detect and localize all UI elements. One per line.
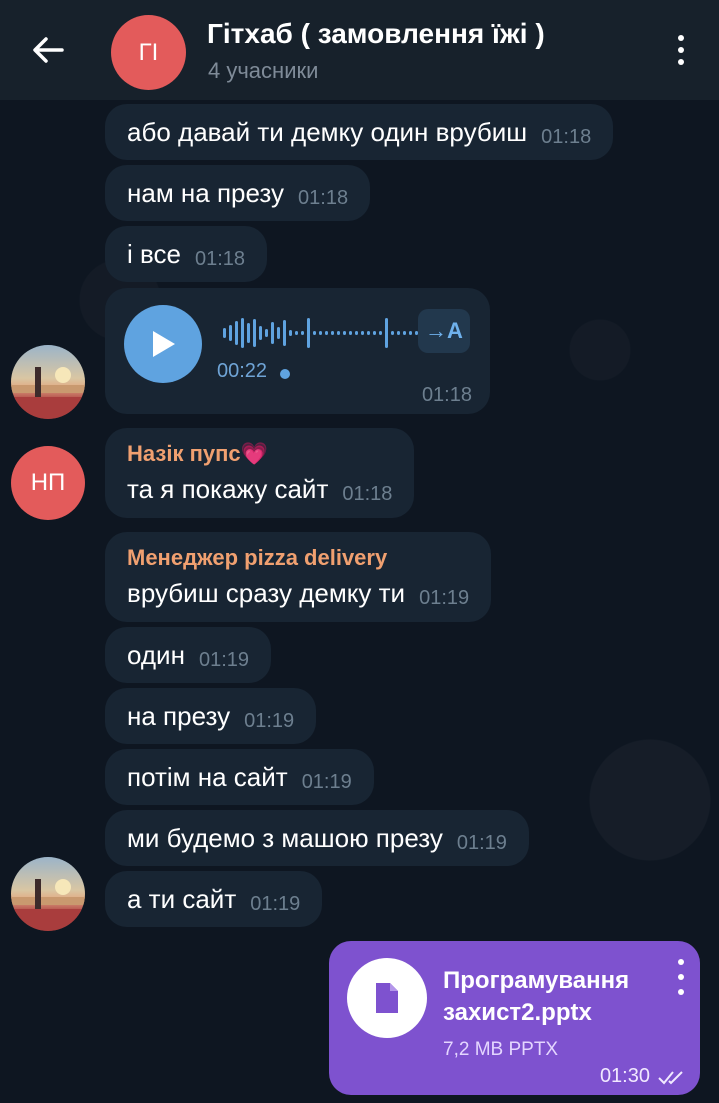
chat-header: ГІ Гітхаб ( замовлення їжі ) 4 учасники	[0, 0, 719, 100]
back-arrow-icon	[33, 37, 64, 63]
double-check-icon	[658, 1070, 683, 1084]
message-time: 01:18	[298, 186, 349, 209]
document-icon	[376, 983, 398, 1013]
message-bubble[interactable]: потім на сайт 01:19	[105, 749, 374, 805]
message-bubble[interactable]: і все 01:18	[105, 226, 268, 282]
message-time: 01:18	[194, 247, 246, 270]
file-size: 7,2 MB PPTX	[443, 1039, 559, 1060]
message-time: 01:19	[301, 770, 352, 793]
file-name[interactable]: Програмування захист2.pptx	[443, 965, 643, 1029]
message-time: 01:18	[342, 482, 393, 505]
message-bubble[interactable]: а ти сайт 01:19	[105, 871, 323, 927]
message-text: і все	[127, 238, 181, 269]
more-menu-button[interactable]	[663, 26, 699, 74]
message-bubble[interactable]: ми будемо з машою презу 01:19	[105, 810, 529, 866]
user-avatar[interactable]	[11, 345, 85, 419]
play-button[interactable]	[124, 305, 202, 383]
message-bubble[interactable]: Назік пупс💗 та я покажу сайт 01:18	[105, 428, 415, 518]
photo-avatar-icon	[11, 367, 85, 419]
file-message[interactable]: Програмування захист2.pptx 7,2 MB PPTX 0…	[329, 941, 700, 1095]
message-status: 01:30	[600, 1065, 686, 1088]
message-time: 01:30	[599, 1065, 650, 1087]
unplayed-dot-icon	[280, 369, 290, 379]
members-count: 4 учасники	[208, 58, 319, 83]
transcribe-button[interactable]: →A	[418, 309, 470, 353]
message-bubble[interactable]: або давай ти демку один врубиш 01:18	[105, 104, 614, 160]
message-bubble[interactable]: на презу 01:19	[105, 688, 317, 744]
voice-duration: 00:22	[217, 360, 268, 382]
message-bubble[interactable]: Менеджер pizza delivery врубиш сразу дем…	[105, 532, 492, 622]
download-file-button[interactable]	[347, 958, 427, 1038]
message-text: на презу	[127, 700, 231, 731]
message-text: врубиш сразу демку ти	[127, 577, 406, 608]
message-time: 01:19	[456, 831, 507, 854]
message-time: 01:18	[541, 125, 592, 148]
chat-title[interactable]: Гітхаб ( замовлення їжі )	[207, 18, 545, 50]
message-time: 01:19	[250, 892, 301, 915]
message-text: один	[127, 639, 185, 670]
message-text: потім на сайт	[127, 761, 288, 792]
user-avatar[interactable]: НП	[11, 446, 85, 520]
back-button[interactable]	[20, 26, 76, 74]
message-bubble[interactable]: один 01:19	[105, 627, 272, 683]
message-text: та я покажу сайт	[127, 473, 329, 504]
message-text: а ти сайт	[127, 883, 237, 914]
message-bubble[interactable]: нам на презу 01:18	[105, 165, 371, 221]
play-icon	[153, 331, 175, 357]
photo-avatar-icon	[11, 879, 85, 931]
voice-message[interactable]: →A 00:22 01:18	[105, 288, 490, 414]
sender-name[interactable]: Назік пупс💗	[127, 441, 268, 467]
message-time: 01:19	[244, 709, 295, 732]
message-time: 01:19	[419, 586, 470, 609]
user-avatar[interactable]	[11, 857, 85, 931]
more-vertical-icon	[678, 35, 684, 41]
message-time: 01:19	[198, 648, 250, 671]
file-menu-button[interactable]	[674, 959, 688, 995]
message-text: нам на презу	[127, 177, 285, 208]
message-text: ми будемо з машою презу	[127, 822, 443, 853]
message-time: 01:18	[421, 384, 472, 406]
message-list[interactable]: або давай ти демку один врубиш 01:18 нам…	[0, 100, 719, 1103]
sender-name[interactable]: Менеджер pizza delivery	[127, 545, 387, 571]
message-text: або давай ти демку один врубиш	[127, 116, 528, 147]
group-avatar[interactable]: ГІ	[111, 15, 186, 90]
more-vertical-icon	[678, 959, 684, 965]
